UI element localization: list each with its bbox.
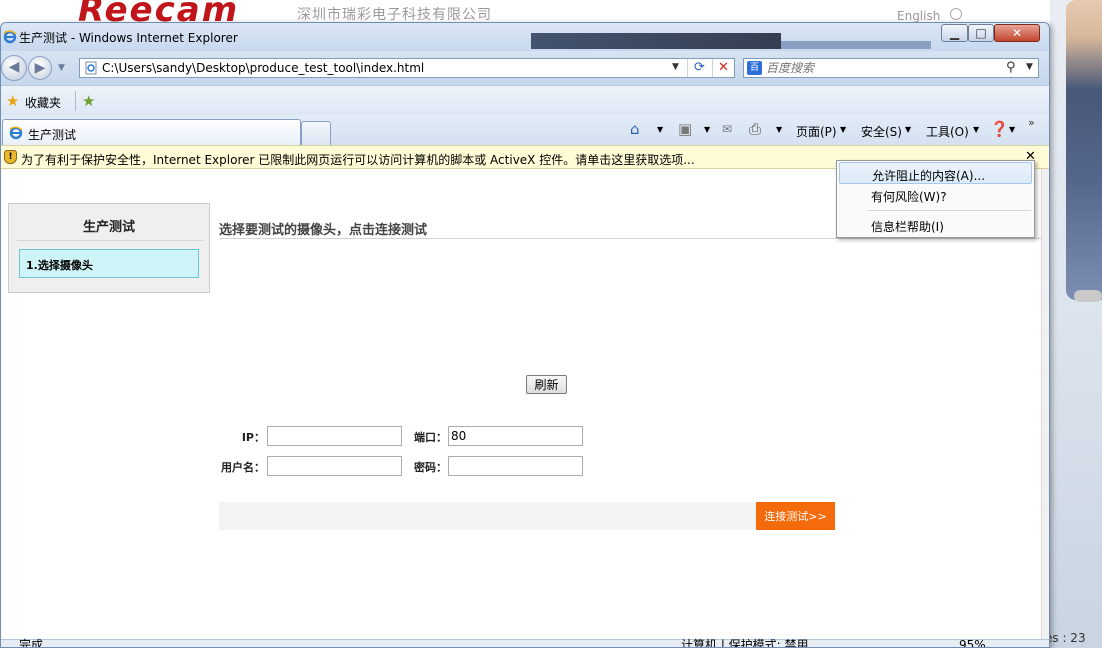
home-dropdown-icon[interactable]: ▼ [657, 125, 663, 134]
address-dropdown-icon[interactable]: ▼ [672, 62, 679, 72]
info-bar-menu: 允许阻止的内容(A)... 有何风险(W)? 信息栏帮助(I) [836, 160, 1035, 238]
favorites-button[interactable]: 收藏夹 [25, 94, 61, 111]
password-label: 密码： [414, 461, 447, 474]
recent-pages-dropdown-icon[interactable]: ▼ [58, 63, 65, 73]
maximize-icon: □ [975, 26, 987, 40]
stop-icon[interactable]: ✕ [712, 59, 734, 77]
background-bottom-text: es : 23 [1045, 631, 1086, 645]
sidebar-item-select-camera[interactable]: 1.选择摄像头 [19, 249, 199, 278]
print-icon[interactable]: ⎙ [749, 120, 761, 138]
help-dropdown-icon[interactable]: ▼ [1009, 125, 1015, 134]
username-input[interactable] [267, 456, 402, 476]
model-photo [1066, 0, 1102, 300]
baidu-logo-icon: 百 [747, 61, 762, 75]
ie-logo-icon [3, 30, 17, 44]
print-dropdown-icon[interactable]: ▼ [776, 125, 782, 134]
home-icon[interactable]: ⌂ [630, 120, 640, 138]
port-label: 端口： [414, 431, 447, 444]
section-title: 选择要测试的摄像头，点击连接测试 [219, 223, 428, 238]
new-tab-button[interactable] [301, 121, 331, 145]
search-icon[interactable]: ⚲ [1006, 60, 1016, 75]
minimize-icon: ▁ [949, 26, 960, 40]
background-header: Reecam 深圳市瑞彩电子科技有限公司 English [0, 0, 1102, 30]
company-name: 深圳市瑞彩电子科技有限公司 [297, 7, 492, 23]
refresh-page-icon[interactable]: ⟳ [687, 59, 711, 77]
username-label: 用户名： [221, 461, 265, 474]
favorites-star-icon[interactable]: ★ [6, 92, 19, 110]
model-photo-shoe [1074, 290, 1102, 302]
title-bar[interactable]: 生产测试 - Windows Internet Explorer ▁ □ ✕ [1, 23, 1049, 51]
password-input[interactable] [448, 456, 583, 476]
info-bar-message[interactable]: 为了有利于保护安全性，Internet Explorer 已限制此网页运行可以访… [21, 151, 695, 168]
refresh-button[interactable]: 刷新 [526, 375, 567, 394]
page-icon [85, 61, 97, 75]
search-options-dropdown-icon[interactable]: ▼ [1026, 62, 1033, 72]
menu-separator [867, 210, 1031, 211]
tab-command-bar: 生产测试 ⌂ ▼ ▣ ▼ ✉ ⎙ ▼ 页面(P) ▼ 安全(S) ▼ 工具(O)… [1, 115, 1049, 145]
ip-input[interactable] [267, 426, 402, 446]
status-bar: 完成 计算机 | 保护模式: 禁用 95% [1, 638, 1049, 648]
menu-item-info-bar-help[interactable]: 信息栏帮助(I) [839, 214, 1032, 236]
page-content: 生产测试 1.选择摄像头 选择要测试的摄像头，点击连接测试 刷新 IP： 端口：… [1, 169, 1041, 639]
zoom-level[interactable]: 95% [959, 639, 986, 647]
search-box[interactable]: 百 ⚲ ▼ [743, 58, 1039, 78]
maximize-button[interactable]: □ [968, 24, 994, 42]
globe-icon [950, 8, 962, 20]
section-divider [219, 238, 1041, 239]
window-title: 生产测试 - Windows Internet Explorer [19, 31, 238, 45]
help-icon[interactable]: ❓ [990, 120, 1009, 138]
search-input[interactable] [766, 60, 1006, 76]
favorites-separator [75, 91, 76, 111]
status-text: 完成 [19, 638, 44, 648]
shield-icon: ! [4, 150, 17, 164]
connect-test-button[interactable]: 连接测试>> [756, 502, 835, 530]
favorites-bar: ★ 收藏夹 ★ [1, 85, 1049, 115]
close-button[interactable]: ✕ [994, 24, 1040, 42]
feeds-dropdown-icon[interactable]: ▼ [704, 125, 710, 134]
safety-menu-dropdown-icon[interactable]: ▼ [905, 125, 911, 134]
mail-icon[interactable]: ✉ [722, 122, 732, 136]
tools-menu-button[interactable]: 工具(O) [926, 123, 969, 140]
url-text[interactable]: C:\Users\sandy\Desktop\produce_test_tool… [102, 61, 424, 75]
ie-logo-icon [9, 126, 23, 140]
tools-menu-dropdown-icon[interactable]: ▼ [973, 125, 979, 134]
title-background-strip-2 [781, 41, 931, 49]
add-to-favorites-bar-icon[interactable]: ★ [82, 92, 95, 110]
forward-button[interactable]: ▶ [28, 56, 52, 80]
page-menu-button[interactable]: 页面(P) [796, 123, 837, 140]
title-background-strip [531, 33, 781, 49]
connect-bar [219, 502, 835, 530]
menu-item-allow-blocked-content[interactable]: 允许阻止的内容(A)... [839, 162, 1032, 184]
minimize-button[interactable]: ▁ [941, 24, 968, 42]
sidebar-divider [17, 240, 203, 241]
feeds-icon[interactable]: ▣ [678, 120, 692, 138]
back-arrow-icon: ◀ [8, 59, 20, 75]
ip-label: IP： [241, 431, 265, 444]
ie-window: 生产测试 - Windows Internet Explorer ▁ □ ✕ ◀… [0, 22, 1050, 648]
port-input[interactable] [448, 426, 583, 446]
tab-label: 生产测试 [28, 128, 77, 142]
security-zone-text[interactable]: 计算机 | 保护模式: 禁用 [681, 639, 809, 647]
tab-production-test[interactable]: 生产测试 [2, 119, 301, 145]
forward-arrow-icon: ▶ [34, 60, 46, 76]
more-commands-chevron-icon[interactable]: » [1028, 116, 1035, 129]
menu-item-what-is-the-risk[interactable]: 有何风险(W)? [839, 184, 1032, 206]
language-link[interactable]: English [897, 9, 940, 23]
address-bar-row: ◀ ▶ ▼ C:\Users\sandy\Desktop\produce_tes… [1, 51, 1049, 85]
back-button[interactable]: ◀ [1, 55, 27, 81]
sidebar: 生产测试 1.选择摄像头 [8, 203, 210, 293]
page-menu-dropdown-icon[interactable]: ▼ [840, 125, 846, 134]
sidebar-title: 生产测试 [82, 220, 135, 235]
close-icon: ✕ [1011, 26, 1023, 40]
vertical-scrollbar[interactable] [1041, 169, 1049, 639]
address-box[interactable]: C:\Users\sandy\Desktop\produce_test_tool… [79, 58, 735, 78]
safety-menu-button[interactable]: 安全(S) [861, 123, 902, 140]
